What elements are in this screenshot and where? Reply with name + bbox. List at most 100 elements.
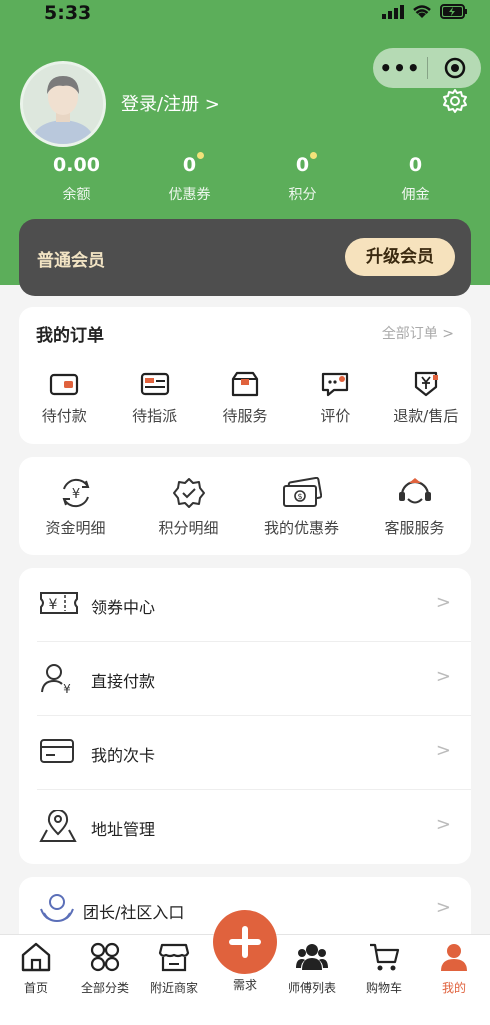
service-label: 资金明细 — [45, 519, 106, 537]
signal-icon — [382, 4, 404, 19]
new-dot — [197, 152, 204, 159]
customer-service[interactable]: 客服服务 — [358, 477, 471, 538]
stat-coupons[interactable]: 0 优惠券 — [133, 152, 246, 204]
target-icon — [444, 57, 465, 79]
login-register-link[interactable]: 登录/注册 > — [121, 90, 220, 116]
account-stats: 0.00 余额 0 优惠券 0 积分 0 佣金 — [20, 152, 472, 204]
upgrade-member-button[interactable]: 升级会员 — [345, 238, 455, 276]
location-icon — [39, 810, 77, 842]
order-refund[interactable]: 退款/售后 — [381, 371, 471, 426]
menu-item-direct-pay[interactable]: ¥ 直接付款 > — [19, 642, 471, 716]
services-row: ¥ 资金明细 积分明细 $ 我的优惠券 客服服务 — [19, 477, 471, 538]
more-menu-icon[interactable]: ••• — [373, 56, 427, 80]
order-pending-service[interactable]: 待服务 — [200, 371, 290, 426]
tab-nearby-shops[interactable]: 附近商家 — [141, 941, 207, 996]
group-icon — [40, 894, 74, 923]
avatar[interactable] — [20, 61, 106, 147]
order-pending-assign[interactable]: 待指派 — [109, 371, 199, 426]
tab-all-categories[interactable]: 全部分类 — [72, 941, 138, 996]
status-time: 5:33 — [44, 2, 92, 24]
gear-icon — [443, 89, 467, 113]
plus-icon — [229, 926, 261, 958]
menu-item-label: 直接付款 — [91, 672, 156, 691]
stat-points[interactable]: 0 积分 — [246, 152, 359, 204]
menu-item-label: 团长/社区入口 — [83, 903, 185, 922]
tab-label-active: 我的 — [441, 981, 466, 995]
demand-label: 需求 — [232, 978, 257, 992]
tab-label: 附近商家 — [149, 981, 198, 995]
tab-label: 全部分类 — [80, 981, 129, 995]
menu-card: ¥ 领券中心 > ¥ 直接付款 > 我的次卡 > 地址管理 > — [19, 568, 471, 864]
user-icon — [441, 944, 467, 971]
my-coupons[interactable]: $ 我的优惠券 — [245, 477, 358, 538]
chevron-right-icon: > — [435, 592, 451, 613]
comment-icon — [322, 372, 349, 397]
new-dot — [310, 152, 317, 159]
status-icons — [382, 4, 468, 19]
svg-text:$: $ — [297, 492, 302, 501]
svg-text:¥: ¥ — [63, 682, 71, 696]
tab-label: 师傅列表 — [287, 981, 336, 995]
chevron-right-icon: > — [435, 897, 451, 918]
menu-item-label: 我的次卡 — [91, 746, 156, 765]
cart-icon — [370, 943, 400, 971]
yuan-cycle-icon: ¥ — [62, 478, 89, 508]
order-review[interactable]: 评价 — [290, 371, 380, 426]
chevron-right-icon: > — [442, 326, 454, 342]
card-assign-icon — [140, 372, 169, 396]
menu-item-label: 地址管理 — [91, 820, 156, 839]
tab-worker-list[interactable]: 师傅列表 — [279, 941, 345, 996]
refund-icon — [414, 371, 438, 397]
tab-mine[interactable]: 我的 — [421, 941, 487, 996]
stat-label: 余额 — [62, 187, 91, 203]
coupon-icon: ¥ — [40, 592, 78, 614]
menu-item-punch-card[interactable]: 我的次卡 > — [19, 716, 471, 790]
service-label: 我的优惠券 — [263, 519, 339, 537]
order-status-label: 退款/售后 — [393, 407, 459, 425]
menu-item-address[interactable]: 地址管理 > — [19, 790, 471, 864]
stat-label: 积分 — [288, 187, 317, 203]
stat-value: 0.00 — [53, 154, 100, 176]
shop-icon — [158, 943, 190, 972]
stat-value: 0 — [182, 154, 197, 176]
tab-home[interactable]: 首页 — [3, 941, 69, 996]
wifi-icon — [413, 5, 431, 18]
stat-label: 佣金 — [401, 187, 430, 203]
services-card: ¥ 资金明细 积分明细 $ 我的优惠券 客服服务 — [19, 457, 471, 555]
chevron-right-icon: > — [435, 666, 451, 687]
order-status-label: 评价 — [320, 407, 351, 425]
service-label: 积分明细 — [158, 519, 219, 537]
stat-commission[interactable]: 0 佣金 — [359, 154, 472, 204]
member-level: 普通会员 — [37, 251, 105, 271]
battery-icon — [440, 4, 467, 19]
close-miniprogram-button[interactable] — [428, 57, 481, 79]
menu-item-coupon-center[interactable]: ¥ 领券中心 > — [19, 568, 471, 642]
chevron-right-icon: > — [435, 740, 451, 761]
service-label: 客服服务 — [384, 519, 445, 537]
order-status-label: 待指派 — [132, 407, 178, 425]
svg-text:¥: ¥ — [71, 487, 79, 502]
settings-button[interactable] — [442, 88, 468, 118]
order-status-row: 待付款 待指派 待服务 评价 退款/售后 — [19, 371, 471, 426]
post-demand-button[interactable] — [213, 910, 277, 974]
stat-value: 0 — [295, 154, 310, 176]
stat-balance[interactable]: 0.00 余额 — [20, 154, 133, 204]
all-orders-label: 全部订单 — [381, 326, 438, 342]
stat-label: 优惠券 — [168, 187, 211, 203]
workers-icon — [296, 944, 328, 970]
points-detail[interactable]: 积分明细 — [132, 477, 245, 538]
grid-icon — [90, 942, 120, 972]
box-icon — [231, 371, 259, 397]
funds-detail[interactable]: ¥ 资金明细 — [19, 477, 132, 538]
order-pending-payment[interactable]: 待付款 — [19, 371, 109, 426]
status-bar: 5:33 — [0, 0, 490, 30]
orders-card: 我的订单 全部订单 > 待付款 待指派 待服务 评价 退款/售后 — [19, 307, 471, 444]
wallet-icon — [50, 373, 79, 396]
order-status-label: 待服务 — [222, 407, 268, 425]
miniprogram-capsule: ••• — [373, 48, 481, 88]
home-icon — [21, 942, 51, 972]
user-pay-icon: ¥ — [41, 664, 71, 696]
all-orders-link[interactable]: 全部订单 > — [382, 323, 454, 343]
svg-text:¥: ¥ — [49, 597, 58, 613]
tab-cart[interactable]: 购物车 — [351, 941, 417, 996]
